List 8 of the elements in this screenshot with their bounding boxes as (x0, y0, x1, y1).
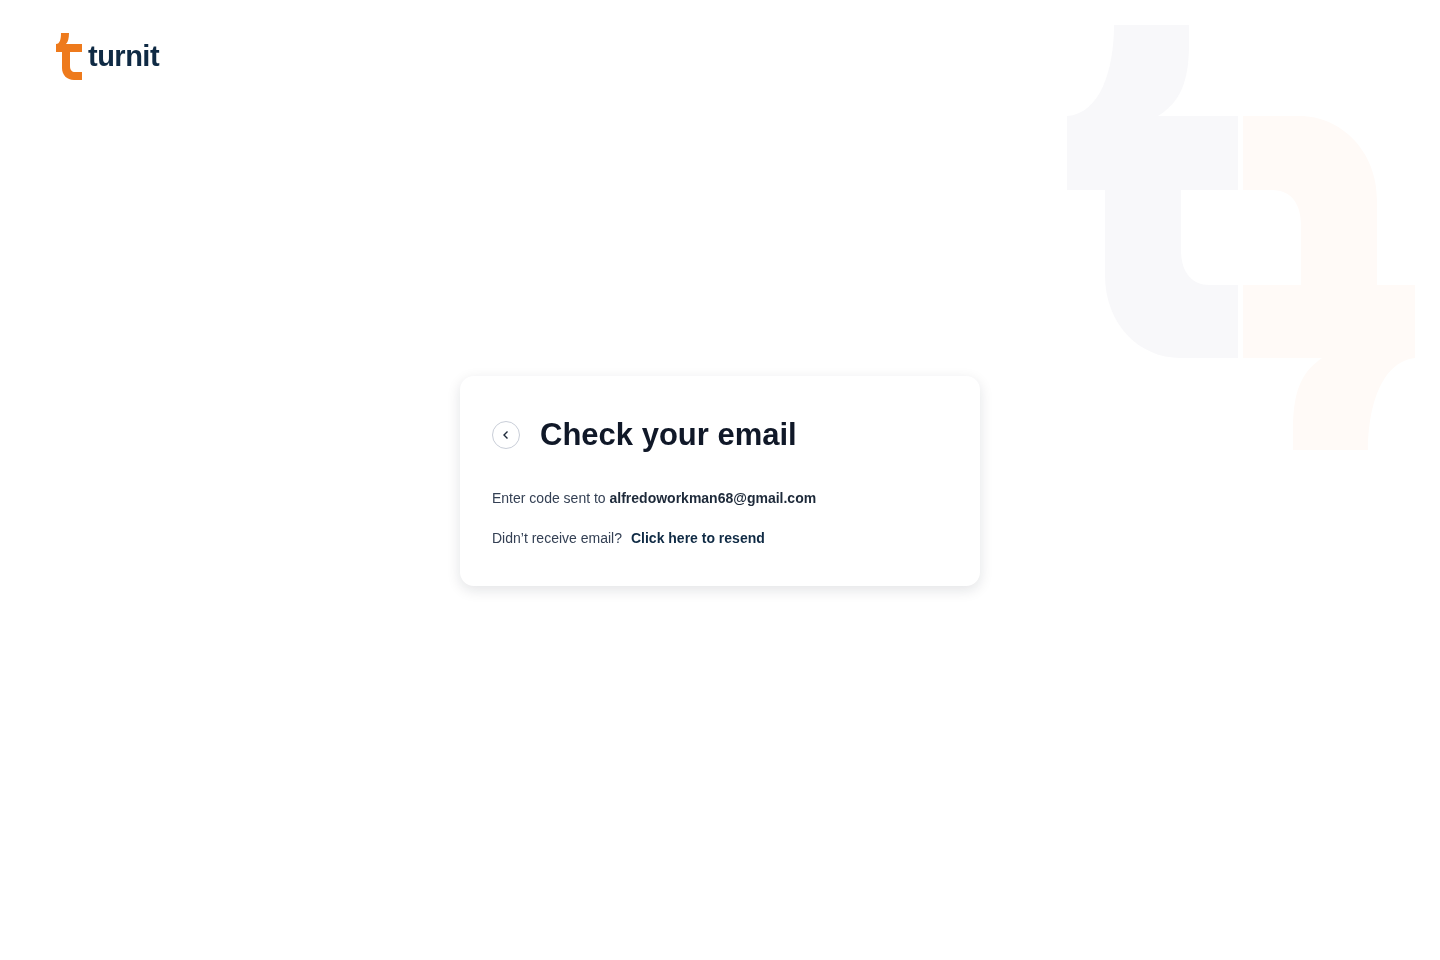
logo-icon (56, 32, 82, 80)
instruction-text: Enter code sent to alfredoworkman68@gmail.com (492, 490, 818, 507)
chevron-left-icon (501, 430, 511, 441)
resend-link[interactable]: Click here to resend (630, 530, 765, 547)
page-title: Check your email (540, 418, 797, 453)
resend-prompt: Didn’t receive email? (492, 530, 622, 547)
logo-text: turnit (88, 41, 160, 71)
back-button[interactable] (492, 421, 520, 450)
